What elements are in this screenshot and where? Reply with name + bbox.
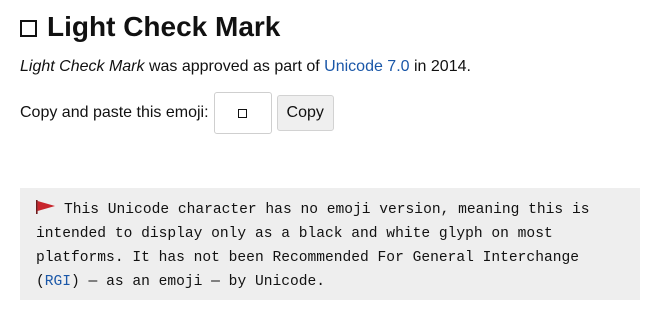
unicode-version-link[interactable]: Unicode 7.0 [324,58,409,75]
light-check-mark-glyph-icon [20,19,37,37]
intro-year-text: in 2014. [409,58,471,75]
intro-paragraph: Light Check Mark was approved as part of… [20,56,471,78]
page-title-text: Light Check Mark [47,11,281,42]
emoji-glyph-icon [238,108,248,118]
copy-row: Copy and paste this emoji: Copy [20,92,334,134]
emoji-copy-field[interactable] [213,92,272,134]
emoji-name: Light Check Mark [20,58,145,75]
red-flag-icon [36,200,55,214]
intro-text: was approved as part of [144,58,325,75]
notice-text-end: ) — as an emoji — by Unicode. [71,274,326,290]
rgi-link[interactable]: RGI [45,274,71,290]
no-emoji-version-notice: This Unicode character has no emoji vers… [20,188,640,300]
page-title: Light Check Mark [20,10,280,44]
copy-button[interactable]: Copy [276,95,334,131]
copy-label: Copy and paste this emoji: [20,104,209,121]
